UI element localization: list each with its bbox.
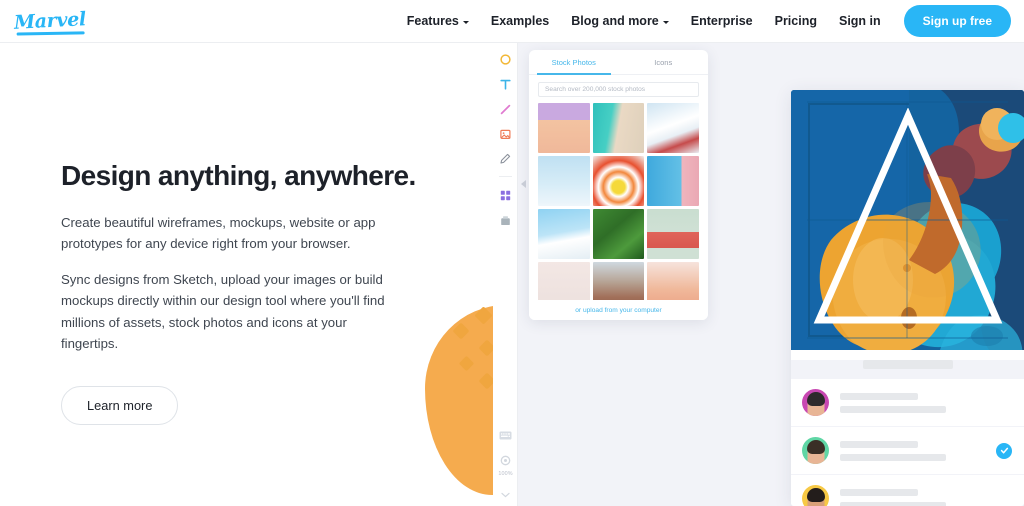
text-tool-icon[interactable]	[498, 77, 512, 91]
save-tool-icon[interactable]	[498, 213, 512, 227]
placeholder-lines	[840, 440, 1013, 461]
mural-artwork	[791, 90, 1024, 350]
stock-photos-panel: Stock Photos Icons Search over 200,000 s…	[529, 50, 708, 320]
gear-icon[interactable]	[499, 453, 513, 467]
blue-door-photo[interactable]	[647, 156, 699, 206]
orange-decoration	[415, 285, 495, 506]
nav-item-sign-in[interactable]: Sign in	[828, 14, 892, 28]
legs-colorful-floor-photo[interactable]	[647, 209, 699, 259]
orange-rings-photo[interactable]	[592, 156, 645, 206]
chevron-down-icon[interactable]	[499, 488, 513, 502]
sign-up-free-button[interactable]: Sign up free	[903, 5, 1011, 37]
nav-label-blog: Blog and more	[571, 14, 659, 28]
nav-item-examples[interactable]: Examples	[480, 14, 560, 28]
zoom-level-label: 100%	[498, 471, 513, 477]
panel-collapse-handle[interactable]	[521, 180, 526, 188]
white-boat-photo[interactable]	[647, 103, 699, 153]
preview-list	[791, 360, 1024, 506]
nav-label-enterprise: Enterprise	[690, 14, 753, 28]
tab-stock-photos[interactable]: Stock Photos	[529, 50, 619, 75]
nav-item-enterprise[interactable]: Enterprise	[680, 14, 764, 28]
upload-from-computer-link[interactable]: or upload from your computer	[529, 300, 708, 320]
nav-label-examples: Examples	[490, 14, 550, 28]
line-tool-icon[interactable]	[498, 102, 512, 116]
keyboard-shortcuts-icon[interactable]	[499, 428, 513, 442]
stock-photo-grid	[538, 103, 699, 312]
beach-aerial-photo[interactable]	[592, 103, 645, 153]
nav-item-pricing[interactable]: Pricing	[764, 14, 828, 28]
nav-label-pricing: Pricing	[774, 14, 817, 28]
chevron-down-icon	[462, 20, 469, 24]
list-item[interactable]	[791, 475, 1024, 506]
verified-check-icon	[996, 442, 1012, 459]
white-buildings-sky-photo[interactable]	[538, 209, 590, 259]
page-title: Design anything, anywhere.	[61, 160, 416, 191]
marvel-landing-page: Marvel Features Examples Blog and more E…	[0, 0, 1024, 506]
nav-item-features[interactable]: Features	[396, 14, 480, 28]
green-leaves-photo[interactable]	[592, 209, 645, 259]
hero-paragraph-2: Sync designs from Sketch, upload your im…	[61, 271, 385, 351]
placeholder-title-bar	[862, 360, 953, 369]
toolbar-divider	[498, 176, 512, 177]
pencil-tool-icon[interactable]	[498, 152, 512, 166]
grid-tool-icon[interactable]	[498, 188, 512, 202]
design-preview-card	[791, 90, 1024, 506]
avatar	[802, 437, 829, 464]
toolbar-bottom-group: 100%	[493, 419, 518, 502]
editor-toolbar: 100%	[493, 43, 518, 506]
nav-item-blog-and-more[interactable]: Blog and more	[560, 14, 680, 28]
nav-label-sign-in: Sign in	[838, 14, 881, 28]
avatar	[802, 389, 829, 416]
image-tool-icon[interactable]	[498, 127, 512, 141]
avatar	[802, 485, 829, 506]
panel-tab-bar: Stock Photos Icons	[529, 50, 708, 75]
ice-cream-cone-photo[interactable]	[538, 156, 590, 206]
main-navigation: Features Examples Blog and more Enterpri…	[396, 5, 1011, 37]
learn-more-button[interactable]: Learn more	[61, 386, 179, 426]
hero-paragraph-1: Create beautiful wireframes, mockups, we…	[61, 215, 376, 252]
triangle-overlay-shape	[813, 108, 1003, 324]
tab-icons[interactable]: Icons	[619, 50, 709, 74]
shape-circle-icon[interactable]	[498, 52, 512, 66]
list-item[interactable]	[791, 379, 1024, 427]
chevron-down-icon	[662, 20, 669, 24]
list-item[interactable]	[791, 427, 1024, 475]
purple-peach-wall-photo[interactable]	[538, 103, 590, 153]
stock-search-input[interactable]: Search over 200,000 stock photos	[538, 82, 699, 97]
nav-label-features: Features	[406, 14, 459, 28]
site-header: Marvel Features Examples Blog and more E…	[0, 0, 1024, 43]
placeholder-lines	[840, 488, 1013, 506]
marvel-logo[interactable]: Marvel	[13, 8, 86, 34]
placeholder-lines	[840, 392, 1013, 413]
hero-section: Design anything, anywhere. Create beauti…	[61, 160, 431, 426]
